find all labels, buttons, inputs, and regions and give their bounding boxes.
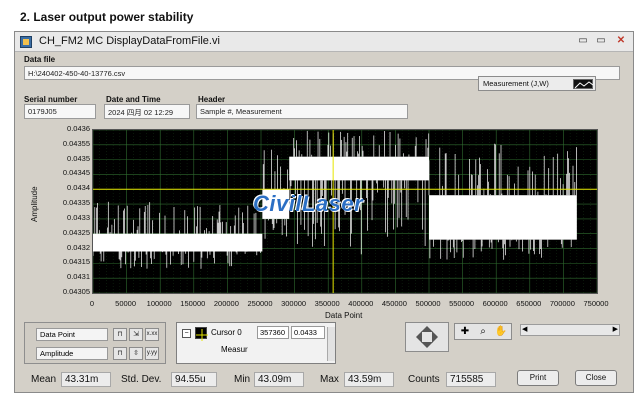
mean-value: 43.31m xyxy=(61,372,111,387)
pan-tool-icon[interactable]: ✋ xyxy=(494,326,508,338)
cursor-crosshair-icon[interactable] xyxy=(195,327,208,341)
x-scale-name: Data Point xyxy=(36,328,108,341)
y-tick-label: 0.04325 xyxy=(62,227,90,237)
cursor-move-pad[interactable] xyxy=(405,322,449,352)
window-title: CH_FM2 MC DisplayDataFromFile.vi xyxy=(39,35,220,47)
title-bar: CH_FM2 MC DisplayDataFromFile.vi ▭ ▭ ✕ xyxy=(15,32,633,52)
collapse-icon[interactable]: − xyxy=(182,329,191,338)
line-style-swatch-icon[interactable] xyxy=(573,79,594,89)
cursor-y-value[interactable]: 0.0433 xyxy=(291,326,325,339)
min-label: Min xyxy=(234,374,251,385)
watermark-logo: CivilLaser xyxy=(253,191,364,216)
y-tick-label: 0.0433 xyxy=(67,212,90,222)
y-tick-label: 0.0436 xyxy=(67,124,90,133)
close-window-icon[interactable]: ✕ xyxy=(613,34,629,48)
y-tick-label: 0.04335 xyxy=(62,198,90,208)
y-tick-label: 0.0432 xyxy=(67,242,90,252)
y-autoscale-icon[interactable]: ⇳ xyxy=(129,347,143,360)
y-scale-name: Amplitude xyxy=(36,347,108,360)
minimize-button[interactable]: ▭ xyxy=(575,34,591,48)
y-format-icon[interactable]: y.yy xyxy=(145,347,159,360)
plot-legend-label: Measurement (J,W) xyxy=(483,79,549,88)
header-label: Header xyxy=(198,95,226,104)
y-tick-label: 0.0434 xyxy=(67,183,90,193)
plot-legend[interactable]: Measurement (J,W) xyxy=(478,76,596,91)
std-dev-label: Std. Dev. xyxy=(121,374,162,385)
y-tick-label: 0.04305 xyxy=(62,287,90,296)
scroll-right-icon[interactable]: ▶ xyxy=(613,326,618,334)
date-time-field[interactable]: 2024 四月 02 12:29 xyxy=(104,104,190,119)
y-axis-title: Amplitude xyxy=(30,186,39,222)
std-dev-value: 94.55u xyxy=(171,372,217,387)
y-tick-label: 0.04315 xyxy=(62,257,90,267)
x-autoscale-icon[interactable]: ⇲ xyxy=(129,328,143,341)
x-lock-icon[interactable]: ⊓ xyxy=(113,328,127,341)
counts-label: Counts xyxy=(408,374,440,385)
document-heading: 2. Laser output power stability xyxy=(20,10,194,24)
cursor-name: Cursor 0 xyxy=(211,328,242,337)
signal-dense-band xyxy=(429,195,577,240)
cursor-plot-name: Measur xyxy=(221,345,248,354)
cursor-x-value[interactable]: 357360 xyxy=(257,326,289,339)
data-file-label: Data file xyxy=(24,55,56,64)
counts-value: 715585 xyxy=(446,372,496,387)
serial-number-label: Serial number xyxy=(24,95,78,104)
min-value: 43.09m xyxy=(254,372,304,387)
graph-palette: ✚ ⌕ ✋ xyxy=(454,323,512,340)
graph-horizontal-scrollbar[interactable]: ◀ ▶ xyxy=(520,324,620,336)
y-tick-label: 0.04345 xyxy=(62,168,90,178)
serial-number-field[interactable]: 0179J05 xyxy=(24,104,96,119)
signal-dense-band xyxy=(93,233,263,252)
print-button[interactable]: Print xyxy=(517,370,559,386)
signal-dense-band xyxy=(289,156,429,181)
zoom-tool-icon[interactable]: ⌕ xyxy=(476,326,490,338)
y-lock-icon[interactable]: ⊓ xyxy=(113,347,127,360)
max-value: 43.59m xyxy=(344,372,394,387)
x-tick-label: 750000 xyxy=(583,299,609,308)
y-tick-label: 0.04355 xyxy=(62,138,90,148)
close-button[interactable]: Close xyxy=(575,370,617,386)
cursor-legend: − Cursor 0 357360 0.0433 Measur xyxy=(176,322,336,364)
scale-legend: Data Point Amplitude ⊓ ⇲ x.xx ⊓ ⇳ y.yy xyxy=(24,322,166,364)
max-label: Max xyxy=(320,374,339,385)
labview-app-icon xyxy=(20,36,32,48)
mean-label: Mean xyxy=(31,374,57,385)
cursor-tool-icon[interactable]: ✚ xyxy=(458,326,472,338)
x-format-icon[interactable]: x.xx xyxy=(145,328,159,341)
y-tick-label: 0.0435 xyxy=(67,153,90,163)
header-field[interactable]: Sample #, Measurement xyxy=(196,104,408,119)
date-time-label: Date and Time xyxy=(106,95,161,104)
cursor-legend-scrollbar[interactable] xyxy=(327,327,335,361)
scroll-left-icon[interactable]: ◀ xyxy=(522,326,527,334)
y-tick-label: 0.0431 xyxy=(67,272,90,282)
x-axis-title: Data Point xyxy=(325,311,363,320)
maximize-button[interactable]: ▭ xyxy=(593,34,609,48)
